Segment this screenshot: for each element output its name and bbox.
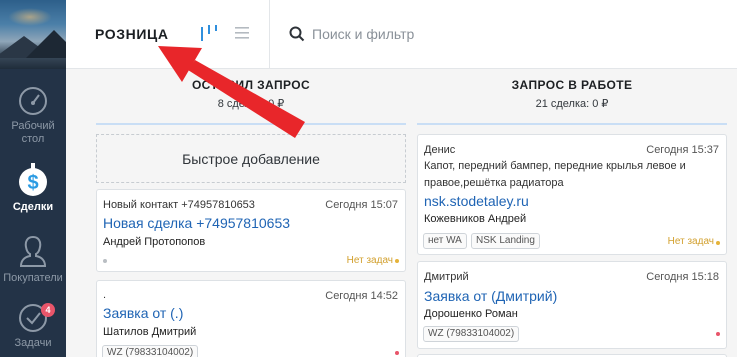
- column-title: ОСТАВИЛ ЗАПРОС: [191, 78, 311, 92]
- card-time: Сегодня 15:07: [325, 199, 398, 211]
- card-lead-link[interactable]: nsk.stodetaley.ru: [424, 193, 529, 209]
- card-tag[interactable]: WZ (79833104002): [102, 345, 199, 357]
- deal-card[interactable]: . Сегодня 14:52 Заявка от (.) Шатилов Дм…: [96, 280, 406, 357]
- card-lead-link[interactable]: Заявка от (Дмитрий): [424, 288, 557, 304]
- sidebar-item-label: Рабочий: [11, 120, 55, 132]
- card-responsible: Дорошенко Роман: [424, 308, 518, 320]
- task-status-dot: [395, 259, 399, 263]
- status-dot: [103, 259, 107, 263]
- card-contact: .: [103, 289, 107, 301]
- buyers-icon: [19, 235, 47, 267]
- sidebar-item-label: стол: [21, 133, 45, 145]
- column-header-request: ОСТАВИЛ ЗАПРОС 8 сделок: 0 ₽: [96, 78, 406, 110]
- search-icon[interactable]: [289, 26, 305, 42]
- column-summary: 8 сделок: 0 ₽: [217, 98, 285, 110]
- sidebar-item-deals[interactable]: $ Сделки: [0, 163, 66, 214]
- deals-dollar-icon: $: [19, 163, 47, 196]
- account-logo-photo[interactable]: [0, 0, 66, 69]
- sidebar-item-dashboard[interactable]: Рабочий стол: [0, 86, 66, 146]
- column-title: ЗАПРОС В РАБОТЕ: [511, 78, 633, 92]
- tasks-count-badge: 4: [41, 303, 55, 317]
- card-tag[interactable]: WZ (79833104002): [423, 326, 520, 342]
- header-divider: [269, 0, 270, 69]
- sidebar-item-label: Сделки: [12, 201, 54, 213]
- quick-add-button[interactable]: Быстрое добавление: [96, 134, 406, 183]
- column-underline: [96, 123, 406, 125]
- card-time: Сегодня 15:18: [646, 271, 719, 283]
- card-lead-link[interactable]: Новая сделка +74957810653: [103, 215, 290, 231]
- card-responsible: Андрей Протопопов: [103, 236, 206, 248]
- card-description: Капот, передний бампер, передние крылья …: [424, 160, 686, 172]
- card-description: правое,решётка радиатора: [424, 177, 564, 189]
- deal-card[interactable]: Новый контакт +74957810653 Сегодня 15:07…: [96, 189, 406, 272]
- top-header: РОЗНИЦА: [66, 0, 737, 69]
- no-tasks-label[interactable]: Нет задач: [347, 255, 393, 266]
- card-time: Сегодня 15:37: [646, 144, 719, 156]
- column-underline: [417, 123, 727, 125]
- list-view-icon[interactable]: [234, 25, 250, 41]
- column-summary: 21 сделка: 0 ₽: [535, 98, 609, 110]
- pipeline-view-icon[interactable]: [200, 24, 218, 42]
- card-contact: Денис: [424, 144, 456, 156]
- sidebar-item-tasks[interactable]: 4 Задачи: [0, 303, 66, 350]
- speedometer-icon: [19, 87, 47, 115]
- card-contact: Новый контакт +74957810653: [103, 199, 255, 211]
- card-tag[interactable]: NSK Landing: [471, 233, 540, 249]
- pipeline-title[interactable]: РОЗНИЦА: [95, 26, 169, 42]
- card-contact: Дмитрий: [424, 271, 469, 283]
- task-status-dot: [716, 332, 720, 336]
- deal-card[interactable]: Денис Сегодня 15:37 Капот, передний бамп…: [417, 134, 727, 255]
- search-input[interactable]: [312, 24, 712, 44]
- no-tasks-label[interactable]: Нет задач: [668, 236, 714, 247]
- sidebar: Рабочий стол $ Сделки Покупатели 4 Задач…: [0, 0, 66, 357]
- sidebar-item-label: Задачи: [14, 337, 52, 349]
- column-header-in-work: ЗАПРОС В РАБОТЕ 21 сделка: 0 ₽: [417, 78, 727, 110]
- svg-text:$: $: [27, 172, 38, 194]
- deal-card[interactable]: Дмитрий Сегодня 15:18 Заявка от (Дмитрий…: [417, 261, 727, 349]
- sidebar-item-buyers[interactable]: Покупатели: [0, 234, 66, 285]
- card-responsible: Шатилов Дмитрий: [103, 326, 197, 338]
- card-responsible: Кожевников Андрей: [424, 213, 527, 225]
- card-time: Сегодня 14:52: [325, 290, 398, 302]
- sidebar-item-label: Покупатели: [3, 272, 63, 284]
- card-lead-link[interactable]: Заявка от (.): [103, 305, 183, 321]
- task-status-dot: [716, 241, 720, 245]
- task-status-dot: [395, 351, 399, 355]
- card-tag[interactable]: нет WA: [423, 233, 467, 249]
